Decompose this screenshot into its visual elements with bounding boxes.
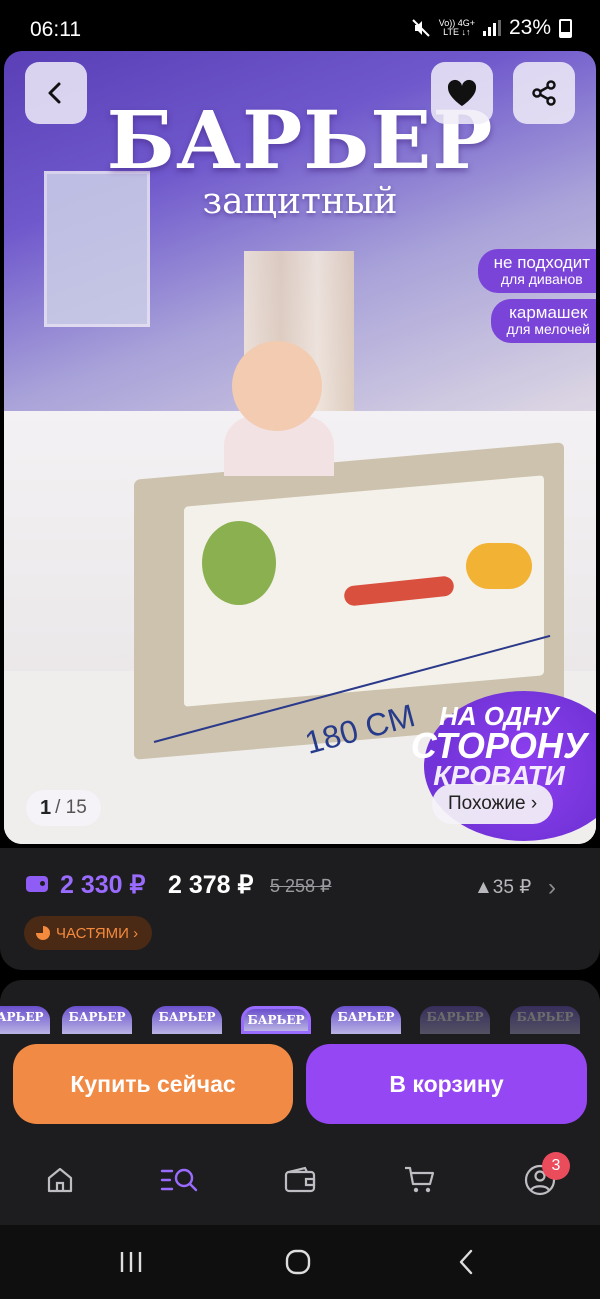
wallet-icon <box>284 1166 316 1193</box>
thumbnail[interactable]: БАРЬЕР <box>62 1006 132 1034</box>
similar-button[interactable]: Похожие › <box>432 784 554 824</box>
catalog-search-icon <box>160 1168 198 1192</box>
status-bar: 06:11 Vo)) 4G+ LTE ↓↑ 23% <box>0 0 600 50</box>
home-button[interactable] <box>283 1247 313 1277</box>
wallet-price: 2 330 ₽ <box>60 871 146 899</box>
recent-apps-button[interactable] <box>116 1247 146 1277</box>
thumbnail-strip: БАРЬЕР БАРЬЕР БАРЬЕР БАРЬЕР БАРЬЕР БАРЬЕ… <box>0 1006 600 1034</box>
installments-label: ЧАСТЯМИ › <box>56 924 139 942</box>
back-arrow-icon <box>48 82 61 104</box>
network-bottom: LTE ↓↑ <box>443 27 471 37</box>
system-back-button[interactable] <box>452 1247 482 1277</box>
old-price: 5 258 ₽ <box>270 876 332 896</box>
installments-button[interactable]: ЧАСТЯМИ › <box>24 916 153 950</box>
thumbnail[interactable]: БАРЬЕР <box>510 1006 580 1034</box>
network-indicator: Vo)) 4G+ LTE ↓↑ <box>439 19 475 37</box>
feature-pill-pocket: кармашек для мелочей <box>490 299 596 343</box>
favorite-button[interactable] <box>431 62 493 124</box>
pill-1-line1: не подходит <box>493 253 590 272</box>
battery-percent: 23% <box>508 16 551 39</box>
recent-apps-icon <box>120 1252 142 1272</box>
promo-line2: СТОРОНУ <box>410 725 588 766</box>
back-chevron-icon <box>459 1249 473 1275</box>
baby-head <box>232 341 322 431</box>
banner-title: БАРЬЕР <box>106 93 494 187</box>
thumbnail-selected[interactable]: БАРЬЕР <box>241 1006 311 1034</box>
heart-icon <box>447 79 477 106</box>
profile-badge: 3 <box>542 1152 570 1180</box>
price-change[interactable]: ▲35 ₽ <box>474 876 531 899</box>
home-icon <box>47 1167 73 1193</box>
image-counter-current: 1 <box>40 796 52 819</box>
promo-text: НА ОДНУ СТОРОНУ КРОВАТИ <box>404 701 594 791</box>
buy-now-button[interactable]: Купить сейчас <box>13 1044 293 1124</box>
nav-wallet[interactable] <box>280 1160 320 1200</box>
status-time: 06:11 <box>30 18 81 41</box>
thumbnail[interactable]: БАРЬЕР <box>152 1006 222 1034</box>
signal-icon <box>482 20 501 36</box>
pie-icon <box>36 926 50 940</box>
thumbnail[interactable]: БАРЬЕР <box>331 1006 401 1034</box>
current-price: 2 378 ₽ <box>168 871 254 899</box>
banner-subtitle: защитный <box>202 181 398 222</box>
cart-icon <box>405 1166 435 1193</box>
home-circle-icon <box>285 1249 311 1275</box>
product-image-carousel[interactable]: 180 CM БАРЬЕР защитный не подходит для д… <box>4 51 596 844</box>
pill-2-line2: для мелочей <box>506 321 590 337</box>
add-to-cart-button[interactable]: В корзину <box>306 1044 587 1124</box>
share-icon <box>532 80 556 106</box>
pill-1-line2: для диванов <box>500 271 583 287</box>
system-navigation-bar <box>0 1225 600 1299</box>
image-counter: 1 / 15 <box>26 790 101 826</box>
chevron-right-icon[interactable]: › <box>548 874 556 902</box>
nav-catalog[interactable] <box>160 1160 200 1200</box>
balloon-print <box>202 521 276 605</box>
image-counter-total: / 15 <box>55 797 87 818</box>
nav-home[interactable] <box>40 1160 80 1200</box>
pill-2-line1: кармашек <box>509 303 588 322</box>
status-icons: Vo)) 4G+ LTE ↓↑ 23% <box>411 16 572 40</box>
battery-icon <box>559 18 572 38</box>
bottom-navigation <box>0 1140 600 1225</box>
thumbnail[interactable]: БАРЬЕР <box>420 1006 490 1034</box>
wallet-icon <box>26 876 48 892</box>
price-section: 2 330 ₽ 2 378 ₽ 5 258 ₽ ▲35 ₽ › ЧАСТЯМИ … <box>0 848 600 970</box>
feature-pill-sofa: не подходит для диванов <box>477 249 596 293</box>
back-button[interactable] <box>25 62 87 124</box>
nav-cart[interactable] <box>400 1160 440 1200</box>
helicopter-print <box>466 543 532 589</box>
share-button[interactable] <box>513 62 575 124</box>
mute-icon <box>411 19 430 37</box>
thumbnail[interactable]: БАРЬЕР <box>0 1006 50 1034</box>
